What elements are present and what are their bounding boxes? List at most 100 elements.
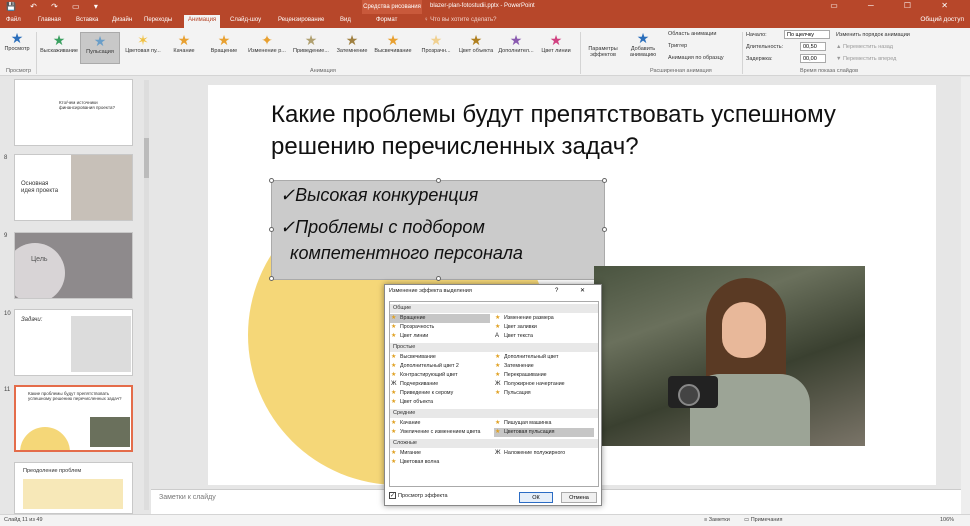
effect-item[interactable]: ★ Перекрашивание	[494, 371, 594, 380]
star-icon: ✦	[261, 32, 273, 48]
effect-gallery-item[interactable]: ★ Высвечивание	[372, 32, 414, 54]
resize-handle[interactable]	[602, 178, 607, 183]
tab-slideshow[interactable]: Слайд-шоу	[230, 17, 261, 23]
effect-item[interactable]: ★ Пульсация	[494, 389, 594, 398]
effect-item[interactable]: ★ Контрастирующий цвет	[390, 371, 490, 380]
tab-transitions[interactable]: Переходы	[144, 17, 172, 23]
scroll-thumb[interactable]	[144, 138, 149, 178]
effect-gallery-item[interactable]: ★ Вращение	[204, 32, 244, 54]
effect-item[interactable]: ★ Цвет заливки	[494, 323, 594, 332]
studio-photo	[71, 316, 131, 372]
resize-handle[interactable]	[269, 178, 274, 183]
tab-insert[interactable]: Вставка	[76, 17, 98, 23]
effect-item[interactable]: ★ Дополнительный цвет	[494, 353, 594, 362]
star-icon: ★	[495, 429, 501, 435]
effect-item[interactable]: ★ Дополнительный цвет 2	[390, 362, 490, 371]
slide-thumbnail-selected[interactable]: Какие проблемы будут препятствовать успе…	[14, 385, 133, 452]
move-later-button[interactable]: ▼ Переместить вперед	[836, 56, 896, 62]
effect-item-selected[interactable]: ★ Цветовая пульсация	[494, 428, 594, 437]
effect-item[interactable]: ★ Мигание	[390, 449, 490, 458]
zoom-level[interactable]: 106%	[940, 517, 954, 523]
effect-gallery-item[interactable]: ★ Качание	[166, 32, 202, 54]
effect-item[interactable]: ★ Затемнение	[494, 362, 594, 371]
effect-item[interactable]: ★ Изменение размера	[494, 314, 594, 323]
effect-gallery-item[interactable]: ★ Цвет линии	[538, 32, 574, 54]
slide-thumbnail[interactable]: Кто/чем источники финансирования проекта…	[14, 79, 133, 146]
effect-item[interactable]: A Цвет текста	[494, 332, 594, 341]
star-icon: ★	[469, 32, 483, 48]
effect-item[interactable]: Ж Полужирное начертание	[494, 380, 594, 389]
dialog-title-buttons[interactable]: ? ✕	[555, 287, 595, 294]
effect-gallery-item[interactable]: ★ Цвет объекта	[458, 32, 494, 54]
effect-item[interactable]: ★ Качание	[390, 419, 490, 428]
window-controls[interactable]: ▭ ─ ☐ ✕	[830, 1, 962, 10]
star-icon: ★	[391, 372, 397, 378]
thumbnail-scrollbar[interactable]	[144, 80, 149, 510]
delay-stepper[interactable]: 00,00	[800, 54, 826, 63]
status-bar: Слайд 11 из 49 ≡ Заметки ▭ Примечания 10…	[0, 514, 970, 526]
effect-gallery-item[interactable]: ✦ Изменение р...	[246, 32, 288, 54]
drawing-tools-context-label: Средства рисования	[362, 0, 422, 14]
effects-list[interactable]: Общие ★ Вращение ★ Изменение размера ★ Проз…	[389, 301, 599, 487]
resize-handle[interactable]	[269, 276, 274, 281]
resize-handle[interactable]	[269, 227, 274, 232]
comments-toggle[interactable]: ▭ Примечания	[744, 517, 782, 523]
duration-stepper[interactable]: 00,50	[800, 42, 826, 51]
effect-gallery-item[interactable]: ✶ Цветовая пу...	[122, 32, 164, 54]
anim-pane-button[interactable]: Область анимации	[668, 31, 716, 37]
resize-handle[interactable]	[436, 178, 441, 183]
effect-item[interactable]: ★ Приведение к серому	[390, 389, 490, 398]
effect-item[interactable]: ★ Цветовая волна	[390, 458, 490, 467]
effect-item[interactable]: ★ Увеличение с изменением цвета	[390, 428, 490, 437]
slide-thumbnail[interactable]: Цель	[14, 232, 133, 299]
tab-design[interactable]: Дизайн	[112, 17, 132, 23]
face-shape	[722, 302, 766, 358]
effect-item[interactable]: ★ Цвет объекта	[390, 398, 490, 407]
effect-gallery-item[interactable]: ★ Прозрачн...	[416, 32, 456, 54]
effect-item[interactable]: ★ Цвет линии	[390, 332, 490, 341]
start-label: Начало:	[746, 32, 767, 38]
tab-home[interactable]: Главная	[38, 17, 61, 23]
anim-painter-button[interactable]: Анимация по образцу	[668, 55, 724, 61]
effect-gallery-item[interactable]: ★ Затемнение	[334, 32, 370, 54]
start-select[interactable]: По щелчку	[784, 30, 830, 39]
effect-item[interactable]: Ж Наложение полужирного	[494, 449, 594, 458]
resize-handle[interactable]	[436, 276, 441, 281]
quick-access-toolbar[interactable]: 💾 ↶ ↷ ▭ ▾	[6, 2, 104, 11]
resize-handle[interactable]	[602, 227, 607, 232]
trigger-button[interactable]: Триггер	[668, 43, 687, 49]
effect-item[interactable]: ★ Вращение	[390, 314, 490, 323]
slide-thumbnail[interactable]: Основная идея проекта	[14, 154, 133, 221]
effect-gallery-item[interactable]: ★ Выскаживание	[40, 32, 78, 54]
effect-params-button[interactable]: Параметры эффектов	[584, 46, 622, 58]
cancel-button[interactable]: Отмена	[561, 492, 597, 503]
tab-format[interactable]: Формат	[376, 17, 397, 23]
preview-effect-checkbox[interactable]: ✓ Просмотр эффекта	[389, 492, 448, 499]
tab-animation[interactable]: Анимация	[184, 15, 221, 28]
slide-thumbnail[interactable]: Преодоление проблем	[14, 462, 133, 514]
slide-title[interactable]: Какие проблемы будут препятствовать успе…	[271, 99, 911, 163]
star-icon: ✶	[137, 32, 149, 48]
tab-view[interactable]: Вид	[340, 17, 351, 23]
effect-item[interactable]: ★ Прозрачность	[390, 323, 490, 332]
ok-button[interactable]: ОК	[519, 492, 553, 503]
editor-scrollbar[interactable]	[961, 77, 970, 514]
move-earlier-button[interactable]: ▲ Переместить назад	[836, 44, 893, 50]
effect-item[interactable]: Ж Подчеркивание	[390, 380, 490, 389]
effect-gallery-item[interactable]: ★ Дополнител...	[496, 32, 536, 54]
tab-review[interactable]: Рецензирование	[278, 17, 324, 23]
preview-button[interactable]: ★ Просмотр	[2, 30, 32, 52]
tab-file[interactable]: Файл	[6, 17, 21, 23]
add-animation-button[interactable]: ★ Добавить анимацию	[626, 30, 660, 58]
share-button[interactable]: Общий доступ	[920, 16, 964, 23]
tell-me-search[interactable]: ♀ Что вы хотите сделать?	[424, 17, 497, 23]
notes-toggle[interactable]: ≡ Заметки	[704, 517, 730, 523]
effect-item[interactable]: ★ Пишущая машинка	[494, 419, 594, 428]
bullet-textbox[interactable]: ✓Высокая конкуренция ✓Проблемы с подборо…	[269, 178, 607, 281]
star-icon: ★	[391, 315, 397, 321]
slide-thumbnail[interactable]: Задачи:	[14, 309, 133, 376]
effect-gallery-item[interactable]: ★ Приведение...	[290, 32, 332, 54]
effect-item[interactable]: ★ Высвечивание	[390, 353, 490, 362]
girl-with-camera-photo[interactable]	[594, 266, 865, 446]
effect-gallery-item-selected[interactable]: ★ Пульсация	[80, 32, 120, 64]
